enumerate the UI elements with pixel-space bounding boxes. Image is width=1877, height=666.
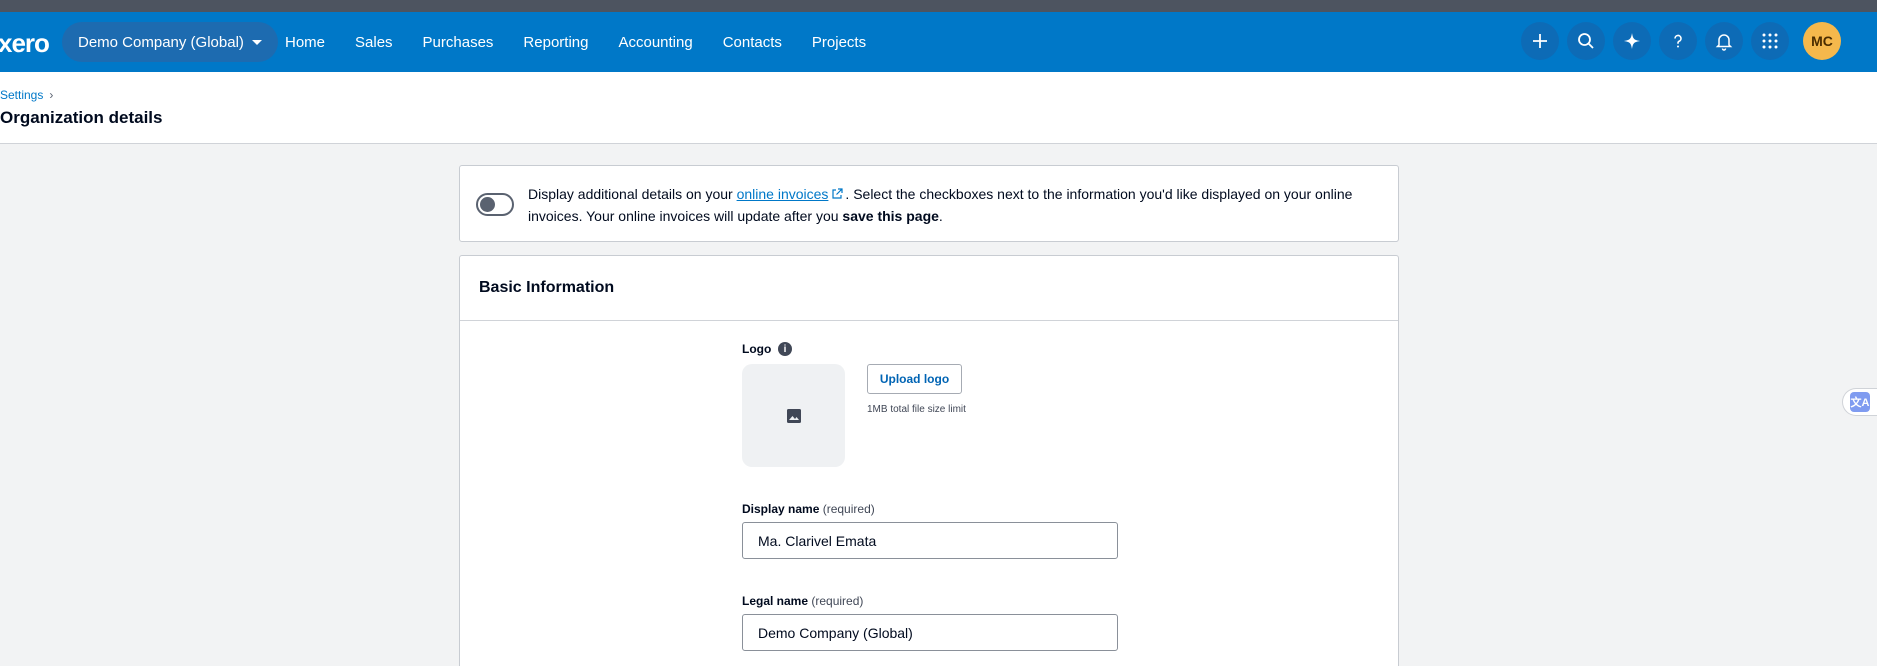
page-header: Settings › Organization details — [0, 72, 1877, 144]
notice-text: Display additional details on your onlin… — [528, 183, 1378, 227]
logo-placeholder[interactable] — [742, 364, 845, 467]
apps-grid-icon[interactable] — [1751, 22, 1789, 60]
browser-top-strip — [0, 0, 1877, 12]
translate-extension-tab[interactable]: 文A — [1842, 388, 1877, 416]
caret-down-icon — [251, 39, 262, 45]
notice-bold-text: save this page — [842, 208, 939, 224]
required-marker: (required) — [822, 502, 875, 516]
translate-icon: 文A — [1850, 392, 1870, 412]
online-invoice-toggle[interactable] — [476, 193, 514, 216]
header-actions: MC — [1521, 22, 1841, 60]
nav-reporting[interactable]: Reporting — [508, 34, 603, 51]
breadcrumb-separator: › — [49, 88, 54, 102]
main-nav: Home Sales Purchases Reporting Accountin… — [270, 12, 881, 72]
bell-icon[interactable] — [1705, 22, 1743, 60]
legal-name-field[interactable] — [742, 614, 1118, 651]
breadcrumb: Settings › — [0, 88, 53, 102]
nav-sales[interactable]: Sales — [340, 34, 408, 51]
notice-text-end: . — [938, 208, 943, 224]
nav-accounting[interactable]: Accounting — [603, 34, 707, 51]
required-marker: (required) — [811, 594, 864, 608]
logo-label: Logo — [742, 342, 772, 356]
online-invoices-link[interactable]: online invoices — [737, 186, 829, 202]
upload-logo-button[interactable]: Upload logo — [867, 364, 962, 394]
info-icon[interactable]: i — [778, 342, 792, 356]
nav-purchases[interactable]: Purchases — [408, 34, 509, 51]
upload-hint: 1MB total file size limit — [867, 404, 966, 415]
display-name-label-text: Display name — [742, 502, 820, 516]
top-navbar: xero Demo Company (Global) Home Sales Pu… — [0, 12, 1877, 72]
page-title: Organization details — [0, 108, 163, 127]
nav-contacts[interactable]: Contacts — [708, 34, 797, 51]
legal-name-label: Legal name (required) — [742, 594, 863, 608]
xero-logo[interactable]: xero — [0, 28, 50, 59]
notice-text-before: Display additional details on your — [528, 186, 737, 202]
external-link-icon — [832, 188, 844, 199]
basic-information-card: Basic Information Logo i Upload logo 1MB… — [459, 255, 1399, 666]
breadcrumb-settings[interactable]: Settings — [0, 88, 43, 102]
nav-home[interactable]: Home — [270, 34, 340, 51]
org-name: Demo Company (Global) — [78, 33, 244, 51]
display-name-field[interactable] — [742, 522, 1118, 559]
online-invoice-notice: Display additional details on your onlin… — [459, 165, 1399, 242]
help-icon[interactable] — [1659, 22, 1697, 60]
search-icon[interactable] — [1567, 22, 1605, 60]
legal-name-label-text: Legal name — [742, 594, 809, 608]
image-icon — [786, 408, 801, 423]
toggle-knob — [480, 197, 495, 212]
nav-projects[interactable]: Projects — [797, 34, 881, 51]
avatar[interactable]: MC — [1803, 22, 1841, 60]
sparkle-icon[interactable] — [1613, 22, 1651, 60]
plus-icon[interactable] — [1521, 22, 1559, 60]
basic-information-title: Basic Information — [460, 256, 1398, 321]
display-name-label: Display name (required) — [742, 502, 875, 516]
org-switcher[interactable]: Demo Company (Global) — [62, 22, 278, 62]
